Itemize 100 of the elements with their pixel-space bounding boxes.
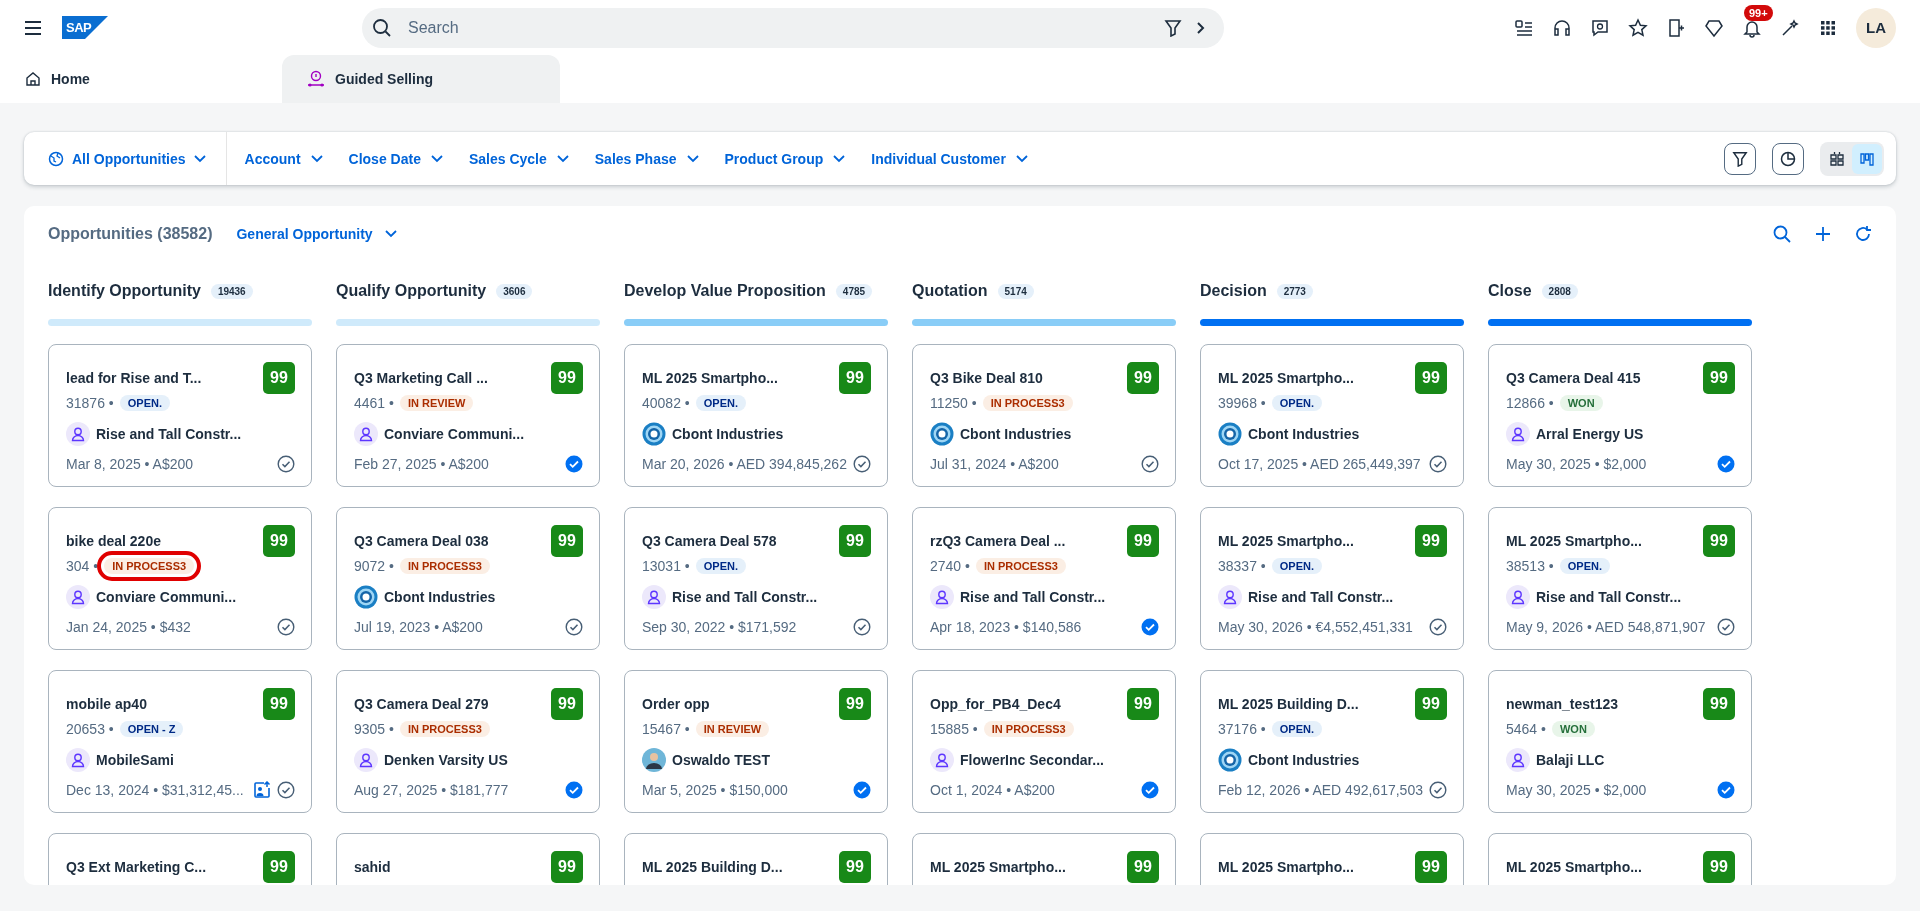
- chart-button[interactable]: [1772, 142, 1804, 175]
- headset-icon[interactable]: [1552, 17, 1572, 38]
- filter-icon[interactable]: [1164, 18, 1182, 37]
- opportunity-number: 13031 •: [642, 558, 690, 574]
- opportunity-card[interactable]: Q3 Camera Deal 578 99 13031 • OPEN. Rise and Tall Constr... Sep 30, 2022 • $171,592: [624, 507, 888, 650]
- opportunity-card[interactable]: ML 2025 Smartpho... 99 38337 • OPEN. Rise and Tall Constr... May 30, 2026 • €4,552,451,331: [1200, 507, 1464, 650]
- account-name[interactable]: MobileSami: [96, 752, 174, 768]
- opportunity-number: 37176 •: [1218, 721, 1266, 737]
- image-upload-icon[interactable]: [253, 781, 271, 799]
- check-circle-icon[interactable]: [1717, 618, 1735, 636]
- card-title: rzQ3 Camera Deal ...: [930, 533, 1066, 549]
- checkmark-icon[interactable]: [565, 455, 583, 473]
- score-badge: 99: [551, 688, 583, 720]
- filter-button[interactable]: [1724, 142, 1756, 175]
- account-name[interactable]: Cbont Industries: [1248, 426, 1360, 442]
- opportunity-card[interactable]: Q3 Camera Deal 279 99 9305 • IN PROCESS3 Denken Varsity US Aug 27, 2025 • $181,777: [336, 670, 600, 813]
- check-circle-icon[interactable]: [1429, 455, 1447, 473]
- opportunity-card[interactable]: ML 2025 Building D... 99 37176 • OPEN. Cbont Industries Feb 12, 2026 • AED 492,617,503: [1200, 670, 1464, 813]
- refresh-icon[interactable]: [1854, 225, 1872, 243]
- account-name[interactable]: Rise and Tall Constr...: [1248, 589, 1394, 605]
- opportunity-card[interactable]: bike deal 220e 99 304 • IN PROCESS3 Conviare Communi... Jan 24, 2025 • $432: [48, 507, 312, 650]
- opportunity-card[interactable]: ML 2025 Building D... 99: [624, 833, 888, 885]
- filter-dropdown[interactable]: Close Date: [348, 146, 443, 171]
- add-icon[interactable]: [1814, 225, 1832, 243]
- chat-icon[interactable]: [1590, 17, 1610, 38]
- check-circle-icon[interactable]: [277, 455, 295, 473]
- opportunity-card[interactable]: Q3 Ext Marketing C... 99: [48, 833, 312, 885]
- check-circle-icon[interactable]: [1429, 781, 1447, 799]
- date-amount: Jan 24, 2025 • $432: [66, 619, 192, 635]
- type-selector[interactable]: General Opportunity: [230, 225, 403, 243]
- opportunity-card[interactable]: ML 2025 Smartpho... 99: [1488, 833, 1752, 885]
- kanban-view-button[interactable]: [1852, 143, 1882, 174]
- account-name[interactable]: Rise and Tall Constr...: [672, 589, 818, 605]
- account-name[interactable]: Oswaldo TEST: [672, 752, 770, 768]
- account-name[interactable]: Arral Energy US: [1536, 426, 1644, 442]
- opportunity-card[interactable]: Q3 Bike Deal 810 99 11250 • IN PROCESS3 Cbont Industries Jul 31, 2024 • A$200: [912, 344, 1176, 487]
- variant-selector[interactable]: All Opportunities: [48, 146, 206, 171]
- wand-icon[interactable]: [1780, 17, 1800, 38]
- chevron-right-icon[interactable]: [1196, 20, 1206, 35]
- filter-dropdown[interactable]: Account: [244, 146, 323, 171]
- check-circle-icon[interactable]: [565, 618, 583, 636]
- tab[interactable]: Home: [0, 55, 282, 103]
- menu-icon[interactable]: [24, 20, 42, 35]
- checkmark-icon[interactable]: [1717, 781, 1735, 799]
- opportunity-card[interactable]: sahid 99: [336, 833, 600, 885]
- score-badge: 99: [263, 688, 295, 720]
- opportunity-card[interactable]: ML 2025 Smartpho... 99 38513 • OPEN. Rise and Tall Constr... May 9, 2026 • AED 548,871,907: [1488, 507, 1752, 650]
- filter-dropdown[interactable]: Sales Cycle: [468, 146, 569, 171]
- checkmark-icon[interactable]: [1141, 781, 1159, 799]
- tab[interactable]: Guided Selling: [282, 55, 560, 103]
- filter-dropdown[interactable]: Product Group: [724, 146, 846, 171]
- search-icon[interactable]: [1772, 224, 1792, 244]
- account-name[interactable]: Rise and Tall Constr...: [960, 589, 1106, 605]
- filter-dropdown[interactable]: Individual Customer: [871, 146, 1028, 171]
- opportunity-card[interactable]: Q3 Camera Deal 038 99 9072 • IN PROCESS3 Cbont Industries Jul 19, 2023 • A$200: [336, 507, 600, 650]
- account-name[interactable]: Conviare Communi...: [384, 426, 525, 442]
- opportunity-card[interactable]: Order opp 99 15467 • IN REVIEW Oswaldo TEST Mar 5, 2025 • $150,000: [624, 670, 888, 813]
- opportunity-number: 304 •: [66, 558, 99, 574]
- star-icon[interactable]: [1628, 17, 1648, 38]
- opportunity-card[interactable]: Opp_for_PB4_Dec4 99 15885 • IN PROCESS3 FlowerInc Secondar... Oct 1, 2024 • A$200: [912, 670, 1176, 813]
- opportunity-card[interactable]: Q3 Camera Deal 415 99 12866 • WON Arral Energy US May 30, 2025 • $2,000: [1488, 344, 1752, 487]
- account-name[interactable]: Balaji LLC: [1536, 752, 1605, 768]
- checkmark-icon[interactable]: [1717, 455, 1735, 473]
- checkmark-icon[interactable]: [1141, 618, 1159, 636]
- check-circle-icon[interactable]: [853, 455, 871, 473]
- check-circle-icon[interactable]: [853, 618, 871, 636]
- opportunity-card[interactable]: ML 2025 Smartpho... 99: [1200, 833, 1464, 885]
- score-badge: 99: [1703, 362, 1735, 394]
- account-name[interactable]: FlowerInc Secondar...: [960, 752, 1104, 768]
- diamond-icon[interactable]: [1704, 17, 1724, 38]
- opportunity-card[interactable]: ML 2025 Smartpho... 99: [912, 833, 1176, 885]
- opportunity-card[interactable]: ML 2025 Smartpho... 99 39968 • OPEN. Cbont Industries Oct 17, 2025 • AED 265,449,397: [1200, 344, 1464, 487]
- document-add-icon[interactable]: [1666, 17, 1686, 38]
- check-circle-icon[interactable]: [277, 781, 295, 799]
- account-name[interactable]: Cbont Industries: [672, 426, 784, 442]
- account-name[interactable]: Denken Varsity US: [384, 752, 508, 768]
- check-circle-icon[interactable]: [1429, 618, 1447, 636]
- logo[interactable]: SAP: [62, 16, 108, 39]
- opportunity-card[interactable]: lead for Rise and T... 99 31876 • OPEN. Rise and Tall Constr... Mar 8, 2025 • A$200: [48, 344, 312, 487]
- search-field[interactable]: Search: [406, 17, 1150, 38]
- check-circle-icon[interactable]: [277, 618, 295, 636]
- list-icon[interactable]: [1514, 17, 1534, 38]
- opportunity-card[interactable]: Q3 Marketing Call ... 99 4461 • IN REVIEW Conviare Communi... Feb 27, 2025 • A$200: [336, 344, 600, 487]
- user-avatar[interactable]: LA: [1856, 7, 1896, 48]
- account-name[interactable]: Cbont Industries: [960, 426, 1072, 442]
- opportunity-card[interactable]: mobile ap40 99 20653 • OPEN - Z MobileSami Dec 13, 2024 • $31,312,45...: [48, 670, 312, 813]
- search-bar[interactable]: Search: [362, 7, 1224, 48]
- checkmark-icon[interactable]: [565, 781, 583, 799]
- opportunity-card[interactable]: rzQ3 Camera Deal ... 99 2740 • IN PROCESS3 Rise and Tall Constr... Apr 18, 2023 • $140,586: [912, 507, 1176, 650]
- chevron-down-icon: [193, 154, 206, 163]
- account-name[interactable]: Cbont Industries: [1248, 752, 1360, 768]
- account-name[interactable]: Rise and Tall Constr...: [1536, 589, 1682, 605]
- account-name[interactable]: Rise and Tall Constr...: [96, 426, 242, 442]
- account-name[interactable]: Conviare Communi...: [96, 589, 237, 605]
- checkmark-icon[interactable]: [853, 781, 871, 799]
- opportunity-card[interactable]: ML 2025 Smartpho... 99 40082 • OPEN. Cbont Industries Mar 20, 2026 • AED 394,845,262: [624, 344, 888, 487]
- account-name[interactable]: Cbont Industries: [384, 589, 496, 605]
- filter-dropdown[interactable]: Sales Phase: [594, 146, 699, 171]
- check-circle-icon[interactable]: [1141, 455, 1159, 473]
- opportunity-card[interactable]: newman_test123 99 5464 • WON Balaji LLC May 30, 2025 • $2,000: [1488, 670, 1752, 813]
